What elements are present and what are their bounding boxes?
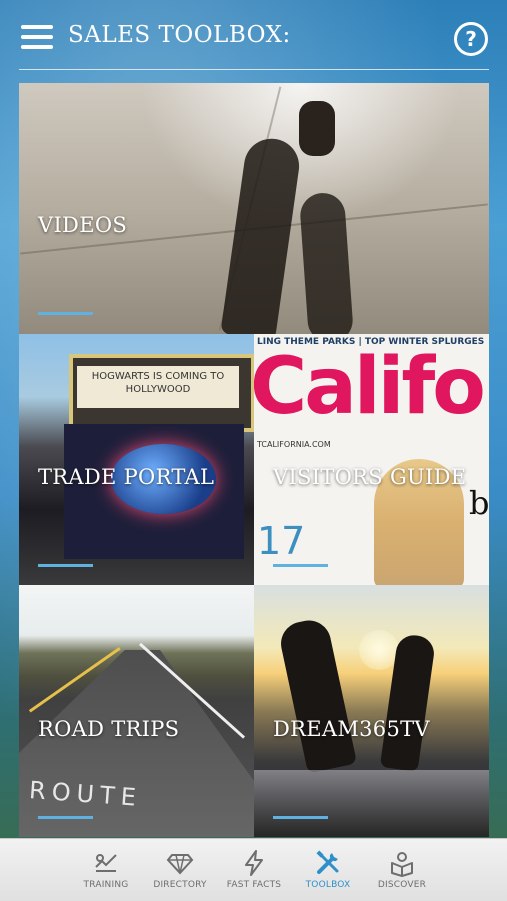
photo-shoe [299, 101, 335, 156]
tools-icon [316, 850, 339, 874]
road-trips-tile[interactable]: ROUTE ROAD TRIPS [19, 585, 254, 837]
visitors-guide-underline [273, 564, 328, 567]
bottom-tab-bar: TRAINING DIRECTORY FAST FACTS TOOLBOX DI… [0, 838, 507, 901]
lightning-icon [245, 850, 263, 876]
dream365tv-underline [273, 816, 328, 819]
videos-label: VIDEOS [38, 213, 128, 237]
cover-number: 17 [257, 519, 306, 563]
dream365tv-tile[interactable]: DREAM365TV [254, 585, 489, 837]
photo-shadow [298, 191, 355, 334]
dream365tv-label: DREAM365TV [273, 717, 430, 741]
training-icon [95, 854, 117, 872]
cover-letter: b [469, 484, 489, 522]
toolbox-grid: VIDEOS HOGWARTS IS COMING TO HOLLYWOOD T… [19, 83, 489, 837]
videos-underline [38, 312, 93, 315]
diamond-icon [166, 854, 194, 875]
discover-icon [391, 852, 413, 877]
photo-water [254, 770, 489, 837]
cover-title: Califor [254, 342, 489, 432]
tab-discover-label: DISCOVER [377, 880, 427, 890]
header-divider [19, 69, 489, 70]
tab-training[interactable]: TRAINING [66, 839, 146, 901]
photo-person [276, 616, 358, 774]
cover-url: TCALIFORNIA.COM [257, 440, 331, 449]
tab-directory[interactable]: DIRECTORY [140, 839, 220, 901]
tab-training-label: TRAINING [83, 880, 129, 890]
photo-sun [359, 630, 399, 670]
road-trips-label: ROAD TRIPS [38, 717, 180, 741]
road-trips-underline [38, 816, 93, 819]
tab-fast-facts-label: FAST FACTS [226, 880, 282, 890]
tab-toolbox[interactable]: TOOLBOX [288, 839, 368, 901]
tab-fast-facts[interactable]: FAST FACTS [214, 839, 294, 901]
trade-portal-underline [38, 564, 93, 567]
trade-portal-label: TRADE PORTAL [38, 465, 215, 489]
tab-discover[interactable]: DISCOVER [362, 839, 442, 901]
visitors-guide-tile[interactable]: LING THEME PARKS | TOP WINTER SPLURGES C… [254, 334, 489, 585]
marquee-text: HOGWARTS IS COMING TO HOLLYWOOD [77, 366, 239, 408]
app-header: SALES TOOLBOX: ? [0, 0, 507, 72]
tab-directory-label: DIRECTORY [153, 880, 207, 890]
videos-tile[interactable]: VIDEOS [19, 83, 489, 334]
trade-portal-tile[interactable]: HOGWARTS IS COMING TO HOLLYWOOD TRADE PO… [19, 334, 254, 585]
tab-toolbox-label: TOOLBOX [305, 880, 351, 890]
visitors-guide-label: VISITORS GUIDE [273, 465, 467, 489]
page-title: SALES TOOLBOX: [68, 22, 291, 48]
menu-icon[interactable] [21, 25, 53, 51]
help-icon[interactable]: ? [454, 22, 488, 56]
photo-shadow [220, 135, 303, 334]
